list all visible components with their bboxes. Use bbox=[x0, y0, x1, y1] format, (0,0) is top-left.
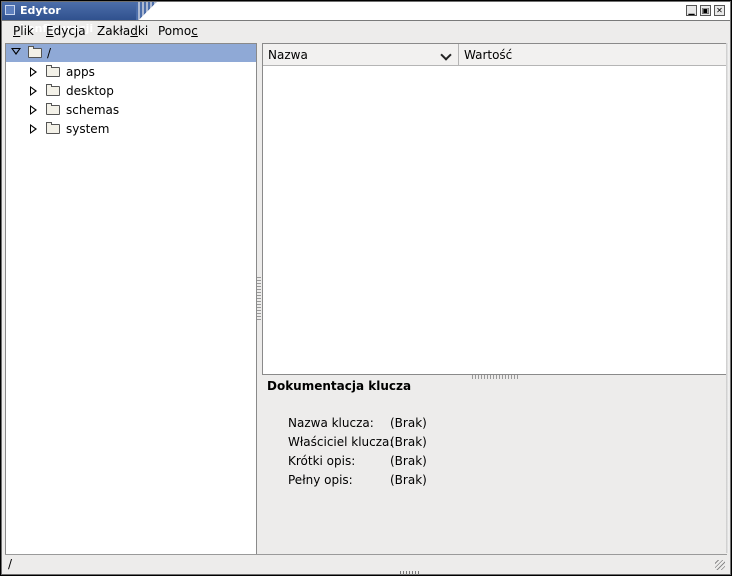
menu-file-label-post: lik bbox=[20, 24, 34, 38]
tree-root-row[interactable]: / bbox=[6, 44, 256, 62]
menu-bookmarks-label-post: ki bbox=[137, 24, 149, 38]
column-header-name[interactable]: Nazwa bbox=[263, 44, 459, 66]
tree-root-label: / bbox=[47, 46, 52, 60]
window-bottom-grip[interactable] bbox=[400, 571, 420, 575]
key-documentation: Dokumentacja klucza Nazwa klucza: (Brak)… bbox=[267, 379, 727, 553]
minimize-button[interactable]: ▁ bbox=[686, 5, 697, 16]
folder-open-icon bbox=[28, 46, 42, 58]
collapse-arrow-icon[interactable] bbox=[11, 48, 21, 55]
menu-edit[interactable]: Edycja bbox=[46, 24, 86, 38]
doc-label-key-name: Nazwa klucza: bbox=[288, 416, 374, 430]
vertical-pane-splitter[interactable] bbox=[257, 277, 261, 321]
tree-item-apps[interactable]: apps bbox=[6, 63, 256, 81]
menu-edit-label-post: dycja bbox=[53, 24, 86, 38]
menu-bookmarks-mnemonic: d bbox=[130, 24, 138, 38]
tree-item-label: system bbox=[66, 122, 110, 136]
menu-help[interactable]: Pomoc bbox=[158, 24, 198, 38]
close-button[interactable]: ✕ bbox=[714, 5, 725, 16]
maximize-button[interactable]: ▣ bbox=[700, 5, 711, 16]
right-edge-scroll-strip[interactable] bbox=[726, 43, 729, 553]
menu-file[interactable]: Plik bbox=[13, 24, 34, 38]
menu-bar: Plik Edycja Zakładki Pomoc bbox=[2, 21, 730, 43]
key-tree[interactable]: / apps desktop schemas system bbox=[5, 43, 257, 555]
menu-edit-mnemonic: E bbox=[46, 24, 54, 38]
doc-label-long-desc: Pełny opis: bbox=[288, 473, 353, 487]
column-header-value[interactable]: Wartość bbox=[459, 44, 727, 66]
window-menu-icon[interactable] bbox=[5, 5, 15, 15]
doc-value-key-name: (Brak) bbox=[390, 416, 427, 430]
column-header-name-label: Nazwa bbox=[268, 48, 308, 62]
menu-help-mnemonic: c bbox=[191, 24, 198, 38]
folder-icon bbox=[46, 103, 60, 115]
tree-item-label: schemas bbox=[66, 103, 120, 117]
title-decoration bbox=[136, 2, 170, 20]
expand-arrow-icon[interactable] bbox=[30, 105, 37, 115]
doc-value-short-desc: (Brak) bbox=[390, 454, 427, 468]
tree-item-desktop[interactable]: desktop bbox=[6, 82, 256, 100]
expand-arrow-icon[interactable] bbox=[30, 86, 37, 96]
tree-item-label: desktop bbox=[66, 84, 114, 98]
menu-help-label-pre: Pomo bbox=[158, 24, 192, 38]
folder-icon bbox=[46, 122, 60, 134]
documentation-title: Dokumentacja klucza bbox=[267, 379, 412, 393]
folder-icon bbox=[46, 84, 60, 96]
close-icon: ✕ bbox=[716, 6, 723, 15]
status-bar: / bbox=[5, 554, 727, 572]
menu-bookmarks[interactable]: Zakładki bbox=[97, 24, 148, 38]
doc-value-long-desc: (Brak) bbox=[390, 473, 427, 487]
expand-arrow-icon[interactable] bbox=[30, 67, 37, 77]
key-list[interactable]: Nazwa Wartość bbox=[262, 43, 728, 375]
doc-value-key-owner: (Brak) bbox=[390, 435, 427, 449]
tree-item-label: apps bbox=[66, 65, 95, 79]
expand-arrow-icon[interactable] bbox=[30, 124, 37, 134]
menu-bookmarks-label-pre: Zakła bbox=[97, 24, 131, 38]
config-editor-window: Edytor konfiguracji ▁ ▣ ✕ Plik Edycja Za… bbox=[1, 1, 731, 575]
sort-down-icon bbox=[440, 49, 452, 61]
column-header-value-label: Wartość bbox=[464, 48, 513, 62]
title-bar[interactable]: Edytor konfiguracji ▁ ▣ ✕ bbox=[2, 2, 730, 35]
tree-item-schemas[interactable]: schemas bbox=[6, 101, 256, 119]
folder-icon bbox=[46, 65, 60, 77]
maximize-icon: ▣ bbox=[701, 6, 710, 15]
title-tab[interactable]: Edytor konfiguracji bbox=[2, 2, 136, 35]
resize-grip-icon[interactable] bbox=[715, 560, 725, 570]
minimize-icon: ▁ bbox=[688, 6, 695, 15]
doc-label-key-owner: Właściciel klucza: bbox=[288, 435, 394, 449]
status-path: / bbox=[8, 557, 13, 571]
doc-label-short-desc: Krótki opis: bbox=[288, 454, 356, 468]
tree-item-system[interactable]: system bbox=[6, 120, 256, 138]
